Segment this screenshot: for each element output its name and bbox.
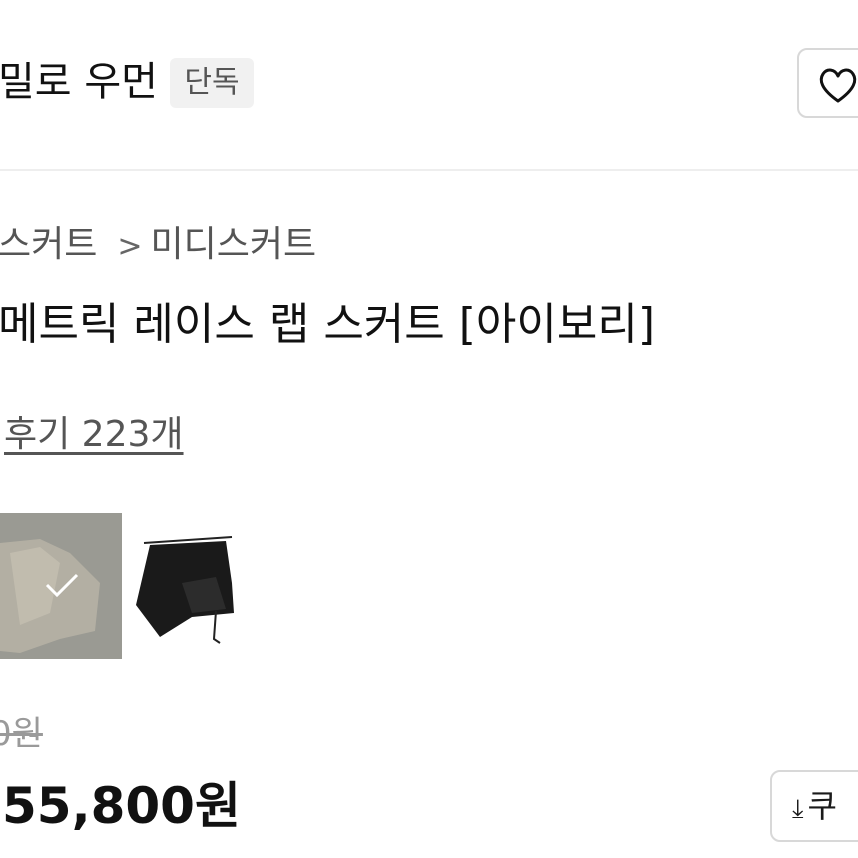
wishlist-button[interactable] (797, 48, 858, 118)
breadcrumb-parent[interactable]: 스커트 (0, 224, 97, 265)
breadcrumb-current[interactable]: 미디스커트 (151, 224, 317, 265)
black-skirt-thumbnail (136, 536, 234, 644)
coupon-download-button[interactable]: ⤓ 쿠 (770, 770, 858, 842)
original-price: 0원 (0, 714, 43, 754)
sale-price: 55,800원 (2, 777, 241, 835)
chevron-right-icon: > (117, 229, 143, 264)
color-swatch-black[interactable] (122, 513, 244, 659)
download-icon: ⤓ (792, 794, 804, 824)
header-divider (0, 169, 858, 171)
heart-outline-icon (819, 68, 857, 103)
brand-header: 밀로 우먼 단독 (0, 40, 858, 130)
breadcrumb: 스커트 > 미디스커트 (0, 222, 316, 270)
color-swatch-ivory[interactable] (0, 513, 122, 659)
check-icon (45, 573, 79, 598)
product-title: 메트릭 레이스 랩 스커트 [아이보리] (0, 299, 655, 350)
reviews-link[interactable]: 후기 223개 (4, 412, 184, 458)
coupon-label: 쿠 (807, 787, 837, 825)
brand-name[interactable]: 밀로 우먼 (0, 56, 158, 108)
exclusive-badge: 단독 (170, 58, 254, 108)
